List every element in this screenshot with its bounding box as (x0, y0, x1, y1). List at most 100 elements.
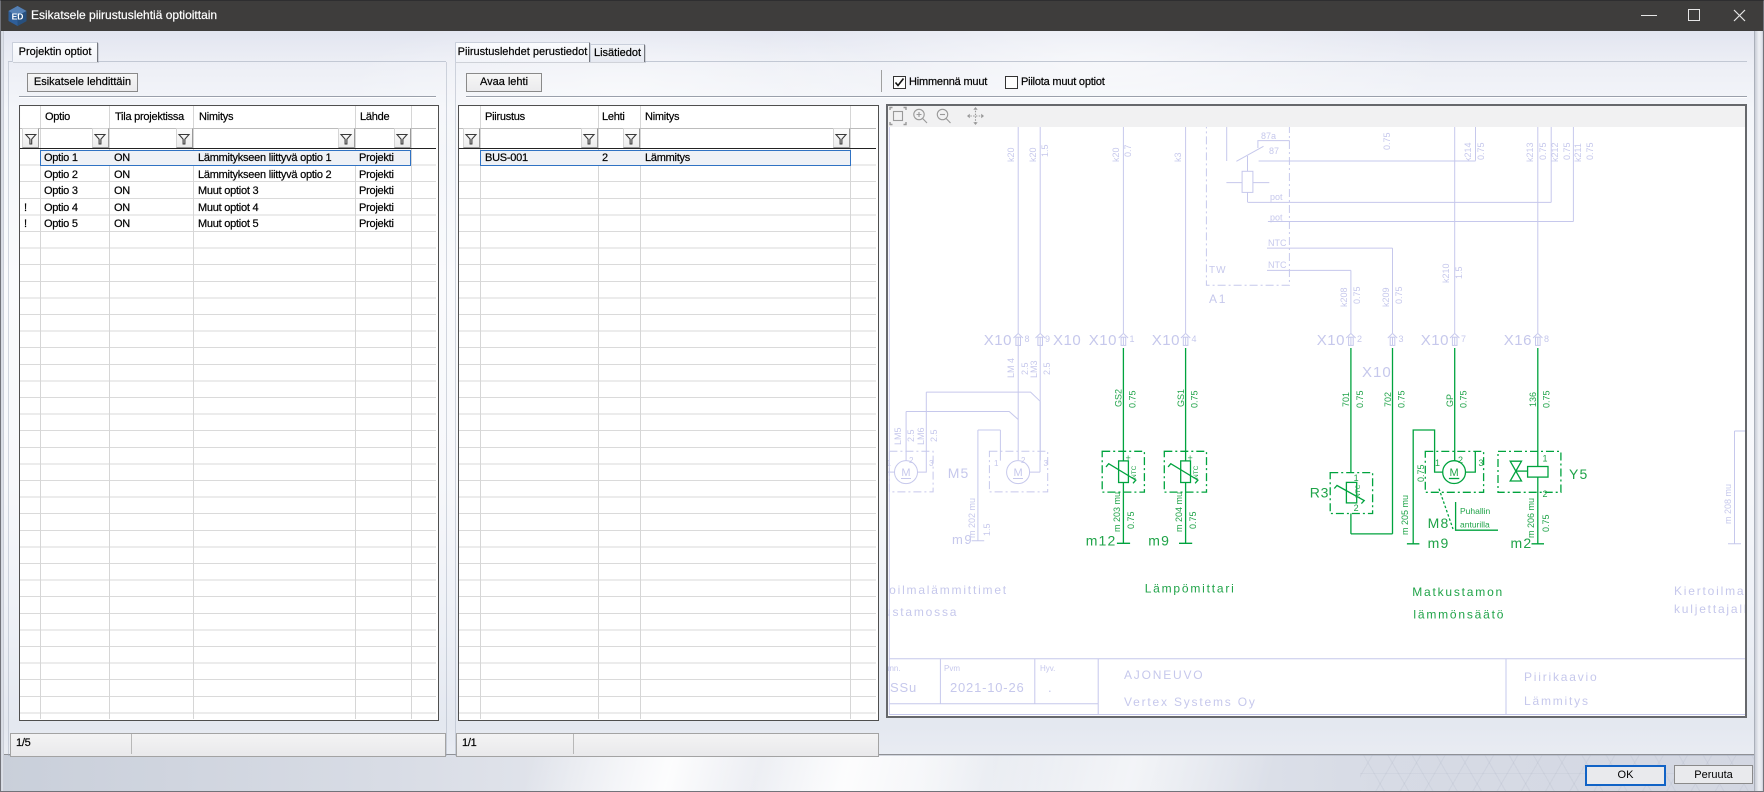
svg-text:3: 3 (1044, 459, 1049, 468)
svg-text:Vertex Systems Oy: Vertex Systems Oy (1124, 695, 1257, 709)
svg-text:TW: TW (1209, 265, 1227, 276)
svg-text:0.75: 0.75 (1585, 142, 1595, 160)
svg-text:2.5: 2.5 (906, 429, 916, 442)
svg-text:m9: m9 (1428, 535, 1450, 551)
svg-text:k3: k3 (1173, 152, 1183, 162)
svg-text:0.75: 0.75 (1394, 286, 1404, 304)
svg-text:NTC: NTC (1193, 465, 1200, 479)
svg-text:+: + (1188, 453, 1193, 463)
svg-text:8: 8 (1025, 334, 1030, 344)
svg-text:NTC: NTC (1131, 465, 1138, 479)
svg-text:ustamossa: ustamossa (888, 605, 958, 619)
svg-text:SSu: SSu (890, 680, 917, 695)
svg-text:X10: X10 (1053, 332, 1081, 349)
svg-text:NTC: NTC (1268, 260, 1287, 270)
svg-text:X10: X10 (1089, 332, 1117, 349)
svg-text:LM5: LM5 (893, 427, 903, 445)
svg-text:A1: A1 (1209, 292, 1227, 306)
svg-text:3: 3 (1399, 334, 1404, 344)
svg-text:LM6: LM6 (916, 427, 926, 445)
svg-text:M: M (901, 467, 910, 479)
svg-text:2: 2 (1021, 456, 1026, 465)
svg-text:0.75: 0.75 (1562, 142, 1572, 160)
svg-text:X10: X10 (1362, 364, 1392, 381)
svg-text:k209: k209 (1381, 287, 1391, 307)
svg-text:2: 2 (1458, 455, 1463, 465)
svg-text:0.75: 0.75 (1382, 132, 1392, 150)
svg-text:k20: k20 (1111, 147, 1121, 162)
svg-text:pot: pot (1270, 192, 1283, 202)
svg-text:0.75: 0.75 (1190, 390, 1200, 408)
svg-text:m 202 mu: m 202 mu (967, 498, 977, 538)
svg-text:k208: k208 (1339, 287, 1349, 307)
svg-text:2.5: 2.5 (929, 429, 939, 442)
svg-text:701: 701 (1341, 392, 1351, 407)
svg-text:0.75: 0.75 (1396, 390, 1406, 408)
svg-text:Matkustamon: Matkustamon (1412, 585, 1504, 599)
svg-text:lämmönsäätö: lämmönsäätö (1413, 608, 1505, 622)
svg-text:GS1: GS1 (1176, 389, 1186, 407)
svg-text:M: M (1014, 467, 1023, 479)
svg-text:k213: k213 (1525, 142, 1535, 162)
svg-text:X10: X10 (1421, 332, 1449, 349)
svg-text:X10: X10 (1152, 332, 1180, 349)
svg-text:m9: m9 (1148, 533, 1170, 549)
svg-text:136: 136 (1528, 392, 1538, 407)
svg-text:2: 2 (1354, 503, 1359, 513)
svg-text:+: + (1126, 453, 1131, 463)
svg-text:1: 1 (1354, 473, 1359, 483)
svg-text:0.7: 0.7 (1123, 144, 1133, 157)
svg-text:0.75: 0.75 (1459, 390, 1469, 408)
svg-text:4: 4 (1192, 334, 1197, 344)
svg-text:0.75: 0.75 (1541, 514, 1551, 532)
svg-text:1.5: 1.5 (1040, 144, 1050, 157)
svg-text:Puhallin: Puhallin (1460, 506, 1491, 516)
svg-text:m12: m12 (1086, 533, 1117, 549)
svg-text:1: 1 (888, 459, 892, 468)
svg-text:3: 3 (929, 459, 934, 468)
svg-text:0.75: 0.75 (1355, 390, 1365, 408)
svg-text:ED: ED (12, 12, 24, 22)
svg-text:k20: k20 (1006, 147, 1016, 162)
svg-text:0.75: 0.75 (1188, 511, 1198, 529)
svg-text:2: 2 (1543, 489, 1548, 499)
svg-text:.: . (1048, 680, 1052, 695)
svg-text:1: 1 (994, 459, 999, 468)
svg-text:2021-10-26: 2021-10-26 (950, 680, 1025, 695)
svg-text:0.75: 0.75 (1538, 142, 1548, 160)
svg-text:0.75: 0.75 (1476, 142, 1486, 160)
svg-text:2: 2 (1357, 334, 1362, 344)
svg-text:unn.: unn. (888, 664, 901, 673)
svg-text:M8: M8 (1428, 515, 1450, 531)
svg-text:GS2: GS2 (1114, 389, 1124, 407)
svg-text:LM3: LM3 (1029, 360, 1039, 378)
svg-text:m 208 mu: m 208 mu (1723, 484, 1733, 524)
svg-text:pot: pot (1270, 213, 1283, 223)
svg-text:2.5: 2.5 (1042, 362, 1052, 375)
svg-text:8: 8 (1544, 334, 1549, 344)
svg-text:toilmalämmittimet: toilmalämmittimet (888, 583, 1008, 597)
svg-text:2: 2 (909, 456, 914, 465)
svg-text:m 204 mu: m 204 mu (1174, 492, 1184, 532)
svg-text:GP: GP (1445, 394, 1455, 407)
svg-text:LM 4: LM 4 (1006, 358, 1016, 378)
svg-text:702: 702 (1383, 392, 1393, 407)
svg-text:Piirikaavio: Piirikaavio (1524, 670, 1599, 684)
svg-text:7: 7 (1461, 334, 1466, 344)
svg-text:X10: X10 (984, 332, 1012, 349)
svg-text:k211: k211 (1573, 143, 1583, 162)
svg-text:87: 87 (1269, 146, 1279, 156)
svg-text:AJONEUVO: AJONEUVO (1124, 668, 1204, 682)
svg-text:R3: R3 (1310, 485, 1330, 501)
svg-text:k210: k210 (1441, 263, 1451, 283)
svg-text:0.75: 0.75 (1352, 286, 1362, 304)
svg-text:m 205 mu: m 205 mu (1400, 495, 1410, 535)
svg-text:1.5: 1.5 (982, 523, 992, 536)
svg-text:anturilla: anturilla (1460, 520, 1490, 530)
svg-text:0.75: 0.75 (1127, 390, 1137, 408)
svg-text:m 203 mu: m 203 mu (1112, 492, 1122, 532)
svg-text:NTC: NTC (1355, 484, 1362, 498)
svg-text:M5: M5 (948, 465, 970, 481)
svg-text:Lämmitys: Lämmitys (1524, 694, 1590, 708)
svg-text:k214: k214 (1463, 142, 1473, 162)
